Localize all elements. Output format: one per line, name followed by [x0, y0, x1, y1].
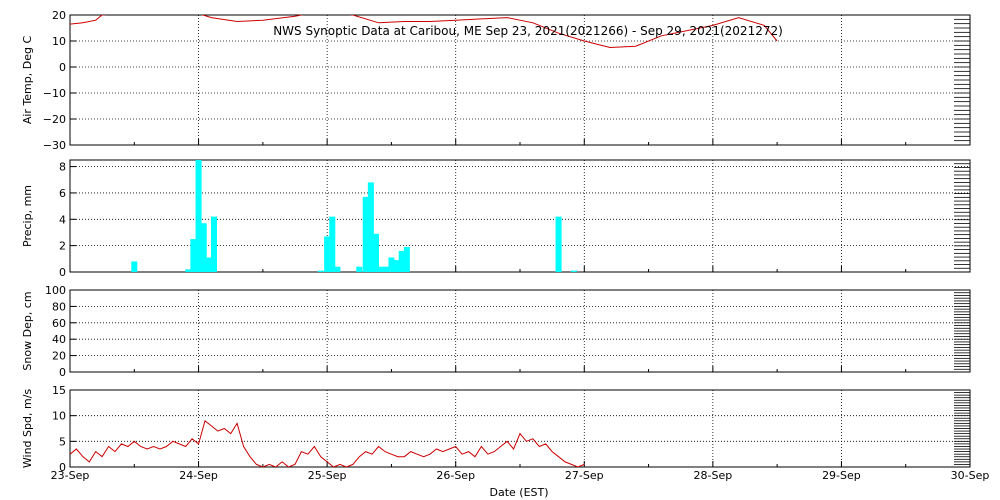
plot-frame	[69, 389, 971, 468]
x-tick-label: 25-Sep	[308, 469, 347, 482]
precip-bar	[317, 270, 324, 272]
y-tick-label: 20	[52, 9, 66, 22]
precip-bar	[555, 216, 562, 272]
precip-bar	[367, 182, 374, 272]
precip-bar	[398, 250, 405, 272]
y-axis-title: Air Temp, Deg C	[21, 36, 34, 125]
y-tick-label: 60	[52, 317, 66, 330]
precip-bar	[362, 196, 369, 272]
y-tick-label: 6	[59, 187, 66, 200]
chart-title: NWS Synoptic Data at Caribou, ME Sep 23,…	[273, 24, 783, 38]
x-axis-title: Date (EST)	[489, 486, 548, 499]
y-tick-label: −10	[43, 87, 66, 100]
plot-frame	[69, 289, 971, 373]
y-tick-label: 40	[52, 333, 66, 346]
y-axis-title: Snow Dep, cm	[21, 291, 34, 370]
y-axis-title: Wind Spd, m/s	[21, 389, 34, 469]
precip-bar	[185, 269, 192, 272]
y-axis-title: Precip, mm	[21, 185, 34, 247]
y-tick-label: 20	[52, 350, 66, 363]
synoptic-chart: 20100−10−20−30Air Temp, Deg C86420Precip…	[21, 9, 989, 499]
x-tick-label: 30-Sep	[951, 469, 990, 482]
precip-bar	[403, 246, 410, 272]
y-tick-label: 4	[59, 213, 66, 226]
y-tick-label: 8	[59, 161, 66, 174]
x-tick-label: 26-Sep	[436, 469, 475, 482]
x-tick-label: 29-Sep	[822, 469, 861, 482]
x-tick-label: 27-Sep	[565, 469, 604, 482]
precip-bar	[211, 216, 217, 272]
x-tick-label: 24-Sep	[179, 469, 218, 482]
y-tick-label: 100	[45, 284, 66, 297]
precip-bar	[131, 261, 138, 272]
series-line	[70, 419, 585, 467]
precip-bar	[190, 239, 197, 272]
chart-panels: 20100−10−20−30Air Temp, Deg C86420Precip…	[21, 9, 989, 482]
y-tick-label: 0	[59, 266, 66, 279]
y-tick-label: 0	[59, 61, 66, 74]
y-tick-label: −30	[43, 139, 66, 152]
panel-4: 151050Wind Spd, m/s23-Sep 24-Sep 25-Sep 26-…	[21, 384, 989, 482]
precip-bar	[393, 260, 400, 272]
precip-bar	[324, 236, 331, 272]
y-tick-label: 10	[52, 410, 66, 423]
y-tick-label: 80	[52, 300, 66, 313]
x-tick-label: 23-Sep	[51, 469, 90, 482]
panel-3: 100 80 60 40 20 0 Snow Dep, cm	[21, 284, 971, 379]
y-tick-label: 5	[59, 435, 66, 448]
y-tick-label: 2	[59, 240, 66, 253]
precip-bar	[383, 266, 390, 272]
panel-2: 8 6 4 2 0 Precip, mm	[21, 159, 971, 279]
precip-bar	[373, 233, 379, 272]
precip-bar	[334, 266, 341, 272]
precip-bar	[329, 216, 336, 272]
precip-bar	[200, 223, 207, 272]
precip-bar	[378, 266, 385, 272]
precip-bar	[195, 160, 202, 272]
y-tick-label: −20	[43, 113, 66, 126]
precip-bar	[205, 257, 212, 272]
y-tick-label: 0	[59, 366, 66, 379]
precip-bar	[571, 270, 577, 272]
precip-bar	[356, 266, 363, 272]
y-tick-label: 15	[52, 384, 66, 397]
precip-bar	[388, 257, 395, 272]
x-tick-label: 28-Sep	[694, 469, 733, 482]
y-tick-label: 10	[52, 35, 66, 48]
